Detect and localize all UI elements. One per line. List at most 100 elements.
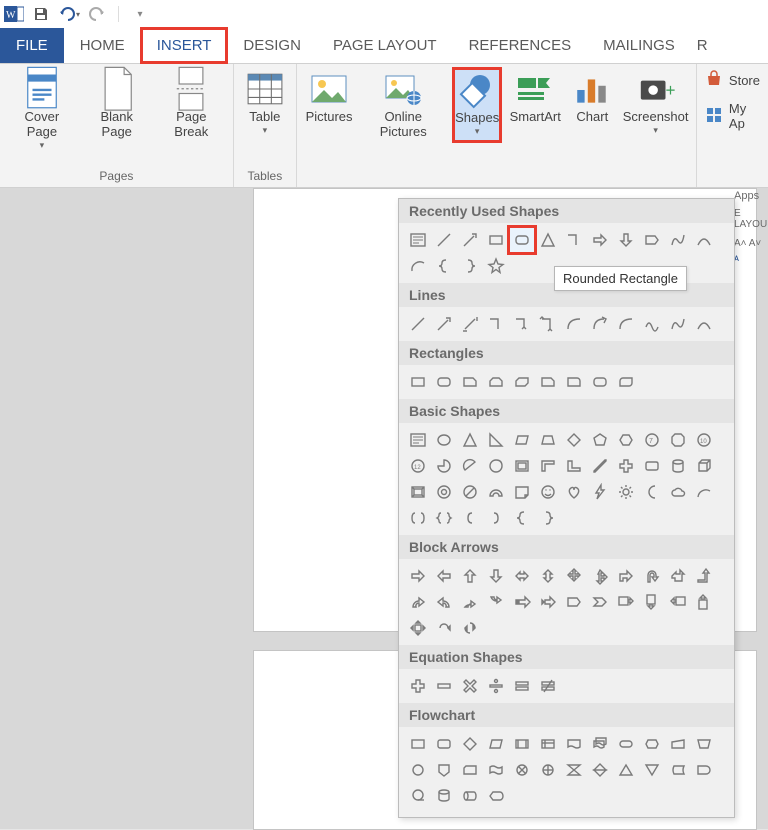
shape-left-arrow[interactable] xyxy=(431,563,457,589)
shape-prep[interactable] xyxy=(639,731,665,757)
shape-home-plate[interactable] xyxy=(561,589,587,615)
shape-arc2[interactable] xyxy=(691,479,717,505)
shape-dodecagon[interactable]: 12 xyxy=(405,453,431,479)
shape-not-equal[interactable] xyxy=(535,673,561,699)
shape-elbow[interactable] xyxy=(483,311,509,337)
shape-callout-u[interactable] xyxy=(691,589,717,615)
shape-merge[interactable] xyxy=(639,757,665,783)
shape-spin[interactable] xyxy=(457,615,483,641)
shape-line-arrow[interactable] xyxy=(457,227,483,253)
shape-arc[interactable] xyxy=(405,253,431,279)
shape-collate[interactable] xyxy=(561,757,587,783)
shape-snip-single[interactable] xyxy=(457,369,483,395)
shape-curve-conn[interactable] xyxy=(561,311,587,337)
shape-manual-op[interactable] xyxy=(691,731,717,757)
shape-pentagon-reg[interactable] xyxy=(587,427,613,453)
shape-chord[interactable] xyxy=(457,453,483,479)
shape-double-bracket[interactable] xyxy=(405,505,431,531)
shape-direct[interactable] xyxy=(457,783,483,809)
shape-bevel[interactable] xyxy=(405,479,431,505)
tab-page-layout[interactable]: PAGE LAYOUT xyxy=(317,28,453,63)
shape-curve-up[interactable] xyxy=(457,589,483,615)
shape-lightning[interactable] xyxy=(587,479,613,505)
shape-elbow[interactable] xyxy=(561,227,587,253)
shape-decagon[interactable]: 10 xyxy=(691,427,717,453)
shape-moon[interactable] xyxy=(639,479,665,505)
shape-down-arrow[interactable] xyxy=(483,563,509,589)
shape-card[interactable] xyxy=(457,757,483,783)
shape-junction[interactable] xyxy=(509,757,535,783)
shape-rounded-rectangle[interactable] xyxy=(431,369,457,395)
tab-insert[interactable]: INSERT xyxy=(141,28,228,63)
shape-multidoc[interactable] xyxy=(587,731,613,757)
shape-plaque[interactable] xyxy=(639,453,665,479)
shape-heart[interactable] xyxy=(561,479,587,505)
shape-l-shape[interactable] xyxy=(561,453,587,479)
shape-line[interactable] xyxy=(431,227,457,253)
shape-snip-diag[interactable] xyxy=(509,369,535,395)
shape-curve-right[interactable] xyxy=(405,589,431,615)
shape-snip-same[interactable] xyxy=(483,369,509,395)
shape-down-arrow[interactable] xyxy=(613,227,639,253)
shape-up-arrow[interactable] xyxy=(457,563,483,589)
shape-uturn[interactable] xyxy=(639,563,665,589)
shape-right-brace[interactable] xyxy=(535,505,561,531)
shape-seq-access[interactable] xyxy=(405,783,431,809)
shape-double-arrow[interactable] xyxy=(457,311,483,337)
shape-line[interactable] xyxy=(405,311,431,337)
blank-page-button[interactable]: Blank Page xyxy=(84,68,150,152)
shape-hexagon[interactable] xyxy=(613,427,639,453)
shape-rectangle[interactable] xyxy=(405,369,431,395)
shape-pentagon[interactable] xyxy=(639,227,665,253)
shape-terminator[interactable] xyxy=(613,731,639,757)
shape-multiply[interactable] xyxy=(457,673,483,699)
shape-plus[interactable] xyxy=(613,453,639,479)
shape-right-tri[interactable] xyxy=(483,427,509,453)
shape-offpage[interactable] xyxy=(431,757,457,783)
shape-pie[interactable] xyxy=(431,453,457,479)
shape-curve[interactable] xyxy=(691,227,717,253)
shape-folded[interactable] xyxy=(509,479,535,505)
shape-circular[interactable] xyxy=(431,615,457,641)
shape-sort[interactable] xyxy=(587,757,613,783)
table-button[interactable]: Table ▾ xyxy=(242,68,288,137)
shape-left-up[interactable] xyxy=(665,563,691,589)
shape-smiley[interactable] xyxy=(535,479,561,505)
shape-process[interactable] xyxy=(405,731,431,757)
shape-round-same[interactable] xyxy=(587,369,613,395)
tab-design[interactable]: DESIGN xyxy=(227,28,317,63)
shape-line-arrow[interactable] xyxy=(431,311,457,337)
shape-left-right[interactable] xyxy=(509,563,535,589)
shape-manual-input[interactable] xyxy=(665,731,691,757)
shape-parallelogram[interactable] xyxy=(509,427,535,453)
shape-callout-r[interactable] xyxy=(613,589,639,615)
shape-trapezoid[interactable] xyxy=(535,427,561,453)
shape-right-arrow[interactable] xyxy=(587,227,613,253)
shape-sun[interactable] xyxy=(613,479,639,505)
shape-donut[interactable] xyxy=(431,479,457,505)
shape-plus[interactable] xyxy=(405,673,431,699)
shape-diag-stripe[interactable] xyxy=(587,453,613,479)
undo-icon[interactable]: ▾ xyxy=(58,3,80,25)
screenshot-button[interactable]: + Screenshot ▾ xyxy=(623,68,688,142)
my-apps-button[interactable]: My Ap xyxy=(705,101,760,131)
shape-can[interactable] xyxy=(665,453,691,479)
shape-bent[interactable] xyxy=(613,563,639,589)
shape-snip-round[interactable] xyxy=(535,369,561,395)
redo-icon[interactable] xyxy=(86,3,108,25)
shape-curve-double[interactable] xyxy=(613,311,639,337)
shape-left-bracket[interactable] xyxy=(457,505,483,531)
shape-right-bracket[interactable] xyxy=(483,505,509,531)
shape-left-brace[interactable] xyxy=(509,505,535,531)
shape-or[interactable] xyxy=(535,757,561,783)
shape-block-arc[interactable] xyxy=(483,479,509,505)
smartart-button[interactable]: SmartArt xyxy=(509,68,561,142)
shape-octagon[interactable] xyxy=(665,427,691,453)
shape-half-frame[interactable] xyxy=(535,453,561,479)
shape-rectangle[interactable] xyxy=(483,227,509,253)
shape-chevron[interactable] xyxy=(587,589,613,615)
shape-text-box[interactable] xyxy=(405,427,431,453)
shape-magnetic[interactable] xyxy=(431,783,457,809)
shape-cube[interactable] xyxy=(691,453,717,479)
shape-equal[interactable] xyxy=(509,673,535,699)
